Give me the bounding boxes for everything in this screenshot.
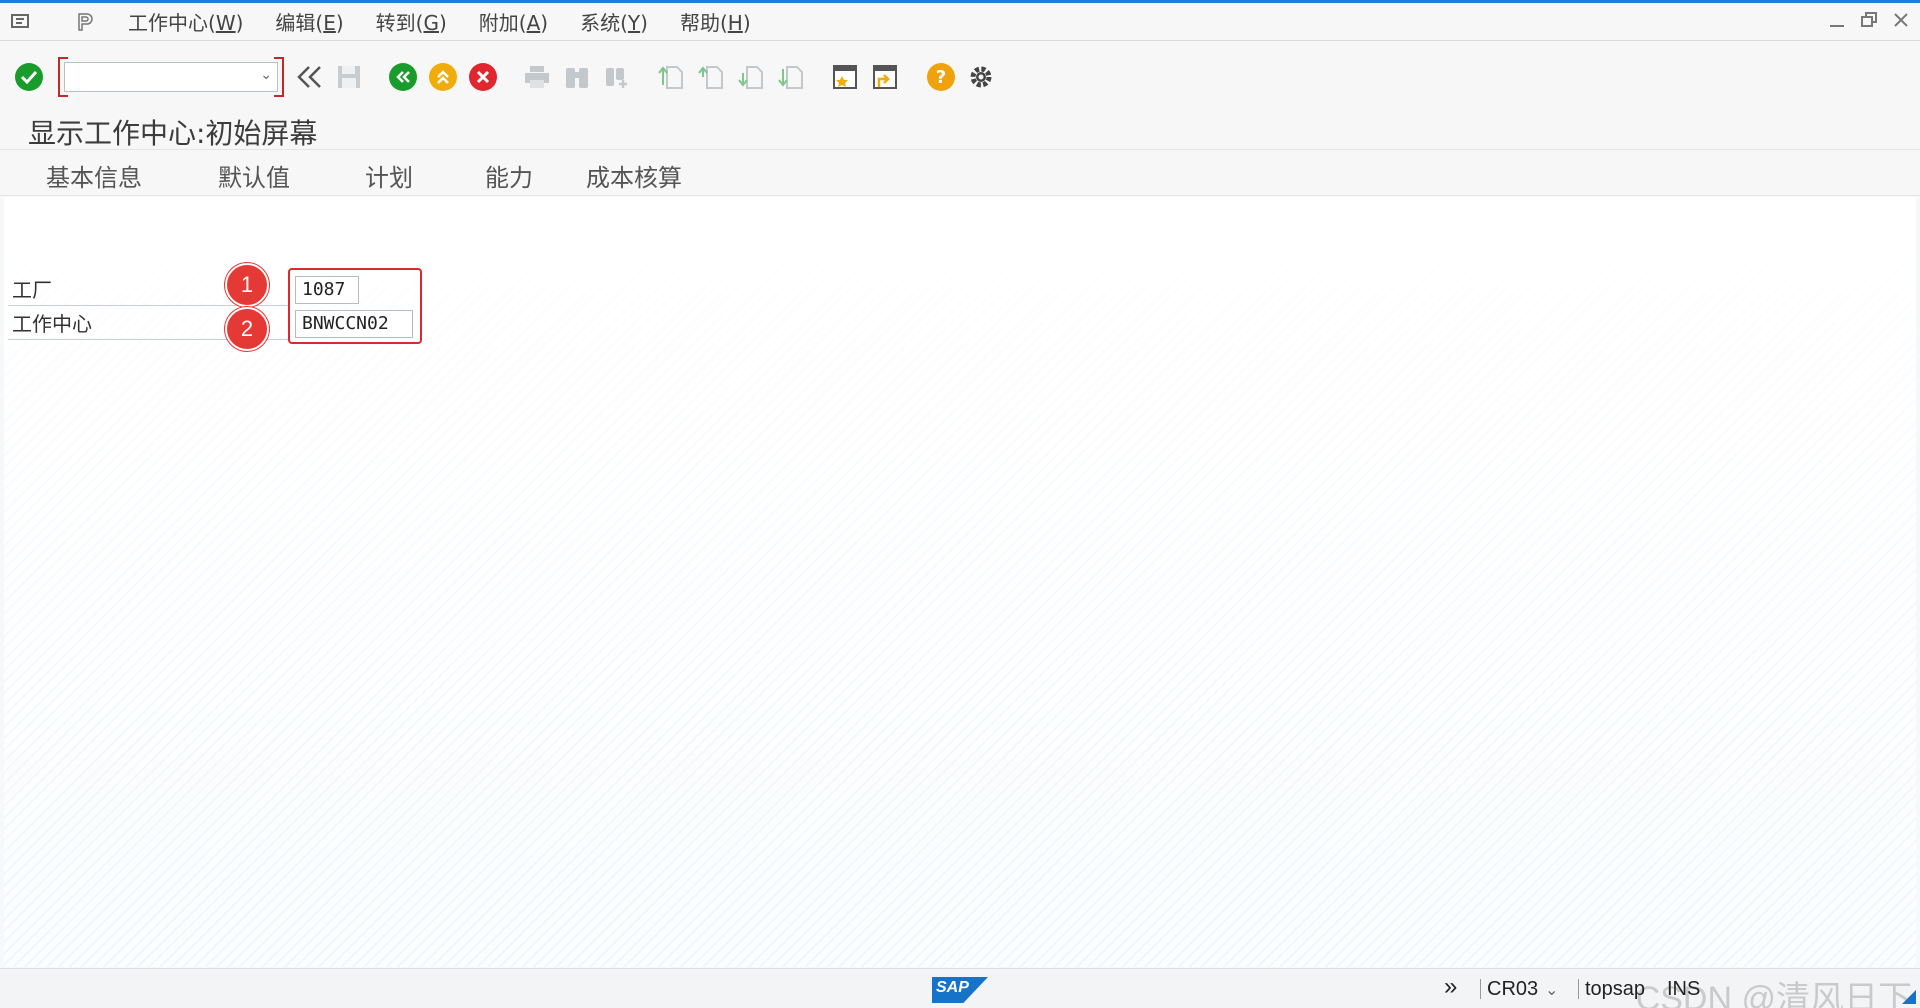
- basic-data-button[interactable]: 基本信息: [46, 158, 142, 193]
- find-button[interactable]: [560, 60, 594, 94]
- binoculars-icon: [566, 68, 588, 88]
- plant-label: 工厂: [12, 278, 52, 302]
- window-controls: [1826, 9, 1912, 31]
- page-title: 显示工作中心:初始屏幕: [28, 117, 318, 150]
- back-icon: [389, 63, 417, 91]
- help-icon: ?: [927, 63, 955, 91]
- chevron-down-icon[interactable]: ⌄: [1545, 980, 1558, 1000]
- help-button[interactable]: ?: [924, 60, 958, 94]
- menu-extras[interactable]: 附加(A): [479, 7, 548, 36]
- collapse-toolbar-button[interactable]: [292, 60, 326, 94]
- costing-button[interactable]: 成本核算: [586, 158, 682, 193]
- server-name: topsap: [1585, 978, 1646, 1000]
- print-button[interactable]: [520, 60, 554, 94]
- restore-icon[interactable]: [1858, 9, 1880, 31]
- chevron-down-icon[interactable]: ⌄: [260, 67, 272, 83]
- command-field[interactable]: [64, 62, 278, 92]
- title-bar: 显示工作中心:初始屏幕: [0, 108, 1920, 150]
- workcenter-label: 工作中心: [12, 312, 92, 336]
- binoculars-plus-icon: [606, 68, 627, 88]
- save-icon: [338, 66, 360, 88]
- prev-page-icon: [698, 66, 723, 89]
- gear-icon: [970, 66, 992, 88]
- first-page-icon: [658, 66, 683, 89]
- capacities-button[interactable]: 能力: [485, 158, 533, 193]
- menu-help[interactable]: 帮助(H): [680, 7, 751, 36]
- application-toolbar: 基本信息 默认值 计划 能力 成本核算: [0, 150, 1920, 196]
- cancel-icon: [469, 63, 497, 91]
- back-button[interactable]: [386, 60, 420, 94]
- input-mode[interactable]: INS: [1667, 978, 1700, 1001]
- next-page-button[interactable]: [734, 60, 768, 94]
- enter-icon: [15, 63, 43, 91]
- menu-system[interactable]: 系统(Y): [580, 7, 648, 36]
- menu-icon[interactable]: [10, 12, 32, 32]
- double-chevron-right-icon[interactable]: »: [1444, 973, 1457, 1001]
- save-button[interactable]: [332, 60, 366, 94]
- prev-page-button[interactable]: [694, 60, 728, 94]
- customize-layout-icon[interactable]: [74, 12, 96, 32]
- scheduling-button[interactable]: 计划: [365, 158, 413, 193]
- transaction-code[interactable]: CR03: [1487, 978, 1538, 1001]
- print-icon: [525, 66, 549, 88]
- menu-edit[interactable]: 编辑(E): [275, 7, 343, 36]
- first-page-button[interactable]: [654, 60, 688, 94]
- default-values-button[interactable]: 默认值: [218, 158, 290, 193]
- shortcut-icon: [873, 65, 897, 89]
- settings-button[interactable]: [964, 60, 998, 94]
- annotation-highlight-box: [288, 268, 422, 344]
- standard-toolbar: ⌄ ?: [0, 42, 1920, 112]
- exit-button[interactable]: [426, 60, 460, 94]
- new-session-icon: [833, 65, 857, 89]
- resize-handle[interactable]: [1902, 990, 1916, 1004]
- new-session-button[interactable]: [828, 60, 862, 94]
- cancel-button[interactable]: [466, 60, 500, 94]
- status-bar: SAP CSDN @清风日下 » CR03 ⌄ topsap INS: [0, 968, 1920, 1008]
- find-next-button[interactable]: [600, 60, 634, 94]
- last-page-icon: [778, 66, 803, 89]
- command-field-highlight: ⌄: [58, 57, 284, 97]
- shortcut-button[interactable]: [868, 60, 902, 94]
- menu-goto[interactable]: 转到(G): [376, 7, 447, 36]
- last-page-button[interactable]: [774, 60, 808, 94]
- sap-logo: SAP: [932, 977, 988, 1003]
- next-page-icon: [738, 66, 763, 89]
- annotation-badge-1: 1: [225, 263, 269, 307]
- menu-workcenter[interactable]: 工作中心(W): [128, 7, 243, 36]
- close-icon[interactable]: [1890, 9, 1912, 31]
- double-chevron-left-icon: [297, 66, 321, 88]
- enter-button[interactable]: [12, 60, 46, 94]
- minimize-icon[interactable]: [1826, 9, 1848, 31]
- annotation-badge-2: 2: [225, 307, 269, 351]
- exit-icon: [429, 63, 457, 91]
- menu-bar: 工作中心(W) 编辑(E) 转到(G) 附加(A) 系统(Y) 帮助(H): [0, 3, 1920, 41]
